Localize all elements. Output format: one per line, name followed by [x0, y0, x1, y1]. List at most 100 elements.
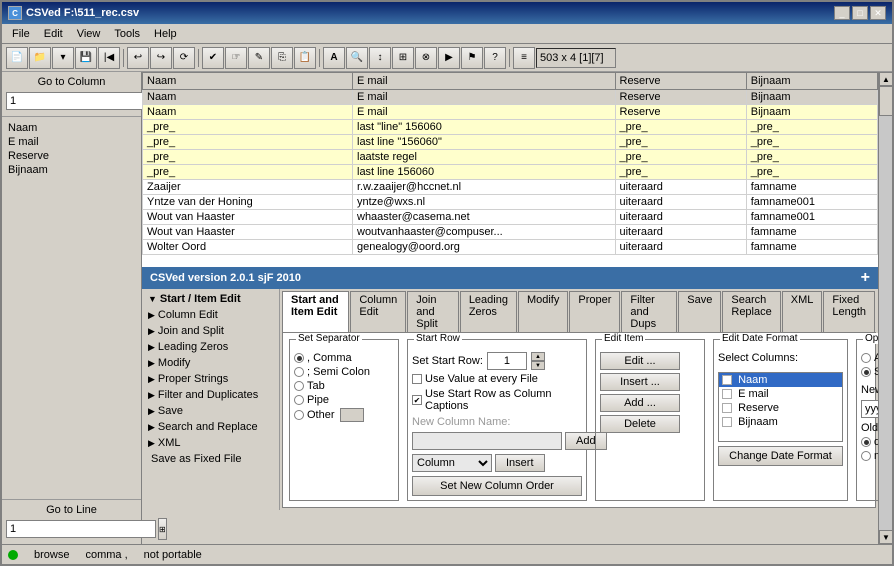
undo-button[interactable]: ↩ [127, 47, 149, 69]
save2-button[interactable]: |◀ [98, 47, 120, 69]
fmt-mdy[interactable]: mdy [861, 450, 878, 462]
version-plus[interactable]: + [861, 269, 870, 287]
close-button[interactable]: ✕ [870, 6, 886, 20]
maximize-button[interactable]: □ [852, 6, 868, 20]
menu-file[interactable]: File [6, 27, 36, 41]
help-button[interactable]: ? [484, 47, 506, 69]
search-button[interactable]: 🔍 [346, 47, 368, 69]
table-row[interactable]: Yntze van der Honingyntze@wxs.nluiteraar… [143, 195, 878, 210]
radio-semi[interactable] [294, 367, 304, 377]
tab-filter[interactable]: Filter and Dups [621, 291, 677, 332]
sidebar-item-proper[interactable]: ▶ Proper Strings [144, 371, 277, 387]
table-row[interactable]: NaamE mailReserveBijnaam [143, 90, 878, 105]
tab-leading[interactable]: Leading Zeros [460, 291, 517, 332]
table-row[interactable]: Wout van Haasterwoutvanhaaster@compuser.… [143, 225, 878, 240]
goto-col-input[interactable] [6, 92, 156, 110]
tab-xml[interactable]: XML [782, 291, 823, 332]
col-reserve[interactable]: Reserve [6, 149, 137, 163]
date-col-reserve[interactable]: Reserve [719, 401, 842, 415]
paste-button[interactable]: 📋 [294, 47, 316, 69]
menu-view[interactable]: View [71, 27, 107, 41]
insert-btn[interactable]: Insert ... [600, 373, 680, 391]
radio-selected-cols[interactable] [861, 367, 871, 377]
copy-button[interactable]: ⎘ [271, 47, 293, 69]
open-button[interactable]: 📁 [29, 47, 51, 69]
set-order-btn[interactable]: Set New Column Order [412, 476, 582, 496]
sidebar-item-save[interactable]: ▶ Save [144, 403, 277, 419]
tab-modify[interactable]: Modify [518, 291, 568, 332]
other-input[interactable] [340, 408, 364, 422]
hand-button[interactable]: ☞ [225, 47, 247, 69]
save-button[interactable]: 💾 [75, 47, 97, 69]
open-drop-button[interactable]: ▾ [52, 47, 74, 69]
minimize-button[interactable]: _ [834, 6, 850, 20]
flag-button[interactable]: ⚑ [461, 47, 483, 69]
radio-tab[interactable] [294, 381, 304, 391]
sep-other[interactable]: Other [294, 408, 394, 422]
sidebar-item-join[interactable]: ▶ Join and Split [144, 323, 277, 339]
col-name-input[interactable] [412, 432, 562, 450]
play-button[interactable]: ▶ [438, 47, 460, 69]
stop-button[interactable]: ⊗ [415, 47, 437, 69]
sort-button[interactable]: ↕ [369, 47, 391, 69]
use-value-row[interactable]: Use Value at every File [412, 373, 582, 385]
radio-pipe[interactable] [294, 395, 304, 405]
use-value-checkbox[interactable] [412, 374, 422, 384]
spin-down[interactable]: ▼ [531, 361, 545, 370]
op-all[interactable]: All Columns [861, 352, 878, 364]
menu-edit[interactable]: Edit [38, 27, 69, 41]
radio-other[interactable] [294, 410, 304, 420]
redo-button[interactable]: ↪ [150, 47, 172, 69]
sidebar-item-start[interactable]: ▼ Start / Item Edit [144, 291, 277, 307]
tab-column[interactable]: Column Edit [350, 291, 406, 332]
tab-search[interactable]: Search Replace [722, 291, 780, 332]
table-row[interactable]: _pre_laatste regel_pre__pre_ [143, 150, 878, 165]
date-col-bijnaam[interactable]: Bijnaam [719, 415, 842, 429]
date-format-input[interactable] [861, 400, 878, 418]
sidebar-item-filter[interactable]: ▶ Filter and Duplicates [144, 387, 277, 403]
grid-button[interactable]: ⊞ [392, 47, 414, 69]
edit-btn[interactable]: Edit ... [600, 352, 680, 370]
scroll-down-btn[interactable]: ▼ [879, 530, 892, 544]
start-row-input[interactable] [487, 352, 527, 370]
spin-up[interactable]: ▲ [531, 352, 545, 361]
table-row[interactable]: _pre_last "line" 156060_pre__pre_ [143, 120, 878, 135]
goto-line-input[interactable] [6, 520, 156, 538]
sidebar-item-search[interactable]: ▶ Search and Replace [144, 419, 277, 435]
use-captions-row[interactable]: ✔ Use Start Row as Column Captions [412, 388, 582, 412]
insert-col-btn[interactable]: Insert [495, 454, 545, 472]
sidebar-item-xml[interactable]: ▶ XML [144, 435, 277, 451]
sep-semi[interactable]: ; Semi Colon [294, 366, 394, 378]
radio-comma[interactable] [294, 353, 304, 363]
table-row[interactable]: NaamE mailReserveBijnaam [143, 105, 878, 120]
sidebar-item-modify[interactable]: ▶ Modify [144, 355, 277, 371]
sep-tab[interactable]: Tab [294, 380, 394, 392]
menu-tools[interactable]: Tools [108, 27, 146, 41]
tab-start[interactable]: Start and Item Edit [282, 291, 349, 332]
scroll-thumb[interactable] [879, 86, 892, 116]
table-row[interactable]: _pre_last line "156060"_pre__pre_ [143, 135, 878, 150]
table-row[interactable]: Wolter Oordgenealogy@oord.orguiteraardfa… [143, 240, 878, 255]
col-dropdown[interactable]: Column [412, 454, 492, 472]
sep-pipe[interactable]: Pipe [294, 394, 394, 406]
sep-comma[interactable]: , Comma [294, 352, 394, 364]
sidebar-item-column[interactable]: ▶ Column Edit [144, 307, 277, 323]
op-selected[interactable]: Selected Columns [861, 366, 878, 378]
date-col-email[interactable]: E mail [719, 387, 842, 401]
scroll-up-btn[interactable]: ▲ [879, 72, 892, 86]
radio-all-cols[interactable] [861, 353, 871, 363]
table-row[interactable]: Wout van Haasterwhaaster@casema.netuiter… [143, 210, 878, 225]
radio-dmy[interactable] [861, 437, 871, 447]
sidebar-item-fixed[interactable]: Save as Fixed File [144, 451, 277, 467]
new-button[interactable]: 📄 [6, 47, 28, 69]
col-bijnaam[interactable]: Bijnaam [6, 163, 137, 177]
data-grid[interactable]: Naam E mail Reserve Bijnaam NaamE mailRe… [142, 72, 878, 267]
change-date-btn[interactable]: Change Date Format [718, 446, 843, 466]
col-naam[interactable]: Naam [6, 121, 137, 135]
edit-button[interactable]: ✎ [248, 47, 270, 69]
delete-btn[interactable]: Delete [600, 415, 680, 433]
radio-mdy[interactable] [861, 451, 871, 461]
scrollbar-vertical[interactable]: ▲ ▼ [878, 72, 892, 544]
scroll-track[interactable] [879, 86, 892, 530]
check-button[interactable]: ✔ [202, 47, 224, 69]
